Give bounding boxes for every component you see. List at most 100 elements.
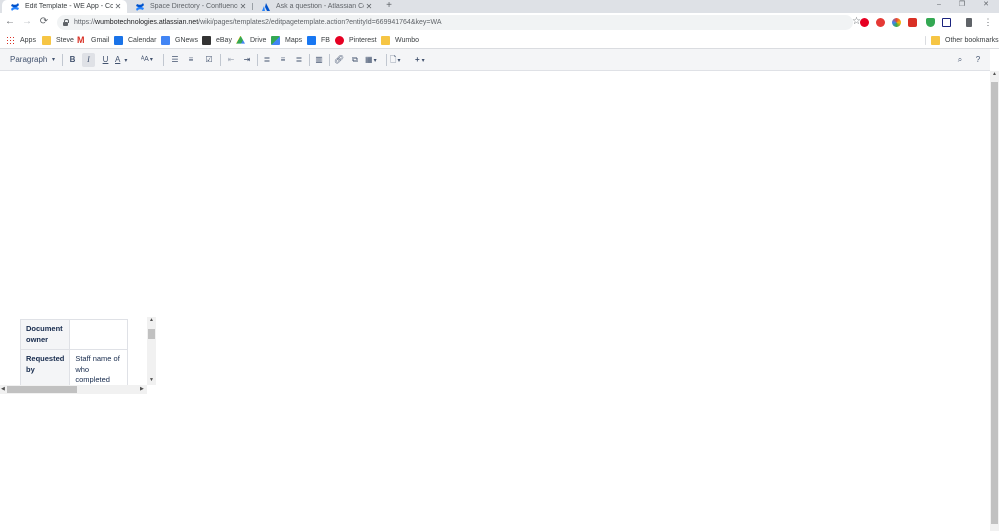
minimize-button[interactable]: –	[929, 0, 949, 11]
restore-button[interactable]: ❐	[952, 0, 972, 11]
bookmark-label: Drive	[250, 36, 267, 44]
font-size-icon: ᴬA	[141, 56, 149, 63]
bookmark-ebay[interactable]: eBay	[202, 35, 232, 45]
image-icon[interactable]: ⧉	[349, 53, 361, 67]
align-left-icon[interactable]: ≣	[261, 53, 273, 67]
text-color-button[interactable]: A ▾	[115, 53, 137, 67]
bookmark-label: Gmail	[91, 36, 110, 44]
close-tab-icon[interactable]: ✕	[113, 2, 123, 11]
toolbar-divider	[163, 54, 164, 66]
toolbar-divider	[329, 54, 330, 66]
outdent-icon[interactable]: ⇤	[225, 53, 237, 67]
bookmark-steve[interactable]: Steve	[42, 35, 74, 45]
scroll-down-arrow-icon[interactable]: ▼	[149, 377, 154, 383]
paragraph-style-select[interactable]: Paragraph ▾	[4, 53, 58, 67]
bookmark-apps[interactable]: Apps	[6, 35, 36, 45]
forward-arrow-icon[interactable]: →	[21, 16, 33, 28]
adblock-extension-icon[interactable]	[876, 18, 885, 27]
close-window-button[interactable]: ✕	[976, 0, 996, 11]
scroll-left-arrow-icon[interactable]: ◀	[1, 386, 5, 392]
editor-toolbar: Paragraph ▾ B I U A ▾ ᴬA▾ ☰ ≡ ☑ ⇤ ⇥ ≣ ≡ ≣ …	[0, 49, 990, 71]
other-bookmarks[interactable]: Other bookmarks	[925, 35, 999, 45]
other-bookmarks-label: Other bookmarks	[945, 36, 999, 44]
bookmark-label: eBay	[216, 36, 232, 44]
confluence-icon	[10, 2, 20, 12]
insert-more-button[interactable]: + ▾	[415, 53, 433, 67]
address-bar[interactable]: https://wumbotechnologies.atlassian.net/…	[57, 15, 861, 30]
scroll-up-arrow-icon[interactable]: ▲	[992, 71, 997, 77]
bookmark-pinterest[interactable]: Pinterest	[335, 35, 377, 45]
table-row: Document owner	[19, 319, 129, 350]
bookmark-gmail[interactable]: M Gmail	[77, 35, 109, 45]
bookmark-gnews[interactable]: GNews	[161, 35, 198, 45]
navigation-bar: ← → ⟳ https://wumbotechnologies.atlassia…	[0, 13, 999, 32]
search-icon[interactable]: ⌕	[954, 53, 966, 67]
table-cell[interactable]	[69, 319, 129, 350]
toolbar-divider	[309, 54, 310, 66]
browser-tab-strip: Edit Template - WE App - Confluence ✕ Sp…	[0, 0, 999, 13]
gnews-icon	[161, 35, 170, 45]
table-icon: ▦	[365, 55, 373, 64]
toolbar-divider	[62, 54, 63, 66]
bookmark-fb[interactable]: FB	[307, 35, 330, 45]
page-scrollbar-thumb[interactable]	[991, 82, 998, 524]
table-cell[interactable]: Staff name of who completed	[69, 349, 129, 391]
lock-icon	[62, 18, 69, 26]
confluence-icon	[135, 2, 145, 12]
table-vertical-scrollbar-thumb[interactable]	[148, 329, 155, 339]
indent-icon[interactable]: ⇥	[241, 53, 253, 67]
table-row: Requested by Staff name of who completed	[19, 349, 129, 391]
table-header-cell[interactable]: Document owner	[19, 319, 71, 350]
table-button[interactable]: ▦▾	[365, 53, 383, 67]
table-vertical-scrollbar[interactable]: ▲ ▼	[147, 317, 156, 385]
bookmark-calendar[interactable]: Calendar	[114, 35, 156, 45]
notion-extension-icon[interactable]	[942, 18, 951, 27]
pinterest-extension-icon[interactable]	[860, 18, 869, 27]
link-icon[interactable]: 🔗︎	[333, 53, 345, 67]
align-right-icon[interactable]: ≣	[293, 53, 305, 67]
url-text[interactable]: https://wumbotechnologies.atlassian.net/…	[74, 19, 441, 26]
numbered-list-icon[interactable]: ≡	[185, 53, 197, 67]
bookmark-maps[interactable]: Maps	[271, 35, 302, 45]
scroll-up-arrow-icon[interactable]: ▲	[149, 317, 154, 323]
align-center-icon[interactable]: ≡	[277, 53, 289, 67]
bookmark-label: Wumbo	[395, 36, 419, 44]
extension-icon[interactable]	[966, 18, 972, 27]
color-extension-icon[interactable]	[892, 18, 901, 27]
pinterest-icon	[335, 35, 344, 45]
apps-grid-icon	[6, 35, 15, 45]
bookmark-wumbo[interactable]: Wumbo	[381, 35, 419, 45]
bookmark-drive[interactable]: Drive	[236, 35, 266, 45]
back-arrow-icon[interactable]: ←	[4, 16, 16, 28]
page-scrollbar[interactable]: ▲	[990, 71, 999, 531]
chevron-down-icon: ▾	[149, 57, 153, 63]
help-button[interactable]: ?	[972, 53, 984, 67]
tools-extension-icon[interactable]	[908, 18, 917, 27]
shield-extension-icon[interactable]	[926, 18, 935, 27]
menu-kebab-icon[interactable]: ⋮	[982, 16, 994, 28]
bold-button[interactable]: B	[66, 53, 79, 67]
tab-ask-question[interactable]: Ask a question - Atlassian Community ✕	[253, 0, 378, 13]
bullet-list-icon[interactable]: ☰	[169, 53, 181, 67]
task-list-icon[interactable]: ☑	[203, 53, 215, 67]
toolbar-divider	[386, 54, 387, 66]
reload-icon[interactable]: ⟳	[38, 16, 50, 28]
italic-button[interactable]: I	[82, 53, 95, 67]
maps-icon	[271, 35, 280, 45]
page-layout-icon[interactable]: ▥	[313, 53, 325, 67]
tab-space-directory[interactable]: Space Directory - Confluence ✕	[127, 0, 252, 13]
template-button[interactable]: 🗋︎▾	[390, 53, 408, 67]
scroll-right-arrow-icon[interactable]: ▶	[140, 386, 144, 392]
underline-button[interactable]: U	[99, 53, 112, 67]
table-horizontal-scrollbar-thumb[interactable]	[7, 386, 77, 393]
table-horizontal-scrollbar[interactable]: ◀ ▶	[0, 385, 147, 394]
table-header-cell[interactable]: Requested by	[19, 349, 71, 391]
tab-edit-template[interactable]: Edit Template - WE App - Confluence ✕	[2, 0, 127, 13]
new-tab-button[interactable]: +	[384, 0, 394, 13]
plus-icon: +	[415, 55, 420, 64]
close-tab-icon[interactable]: ✕	[364, 2, 374, 11]
bookmark-label: Calendar	[128, 36, 157, 44]
font-size-button[interactable]: ᴬA▾	[141, 53, 159, 67]
url-host: wumbotechnologies.atlassian.net	[95, 19, 199, 26]
close-tab-icon[interactable]: ✕	[238, 2, 248, 11]
